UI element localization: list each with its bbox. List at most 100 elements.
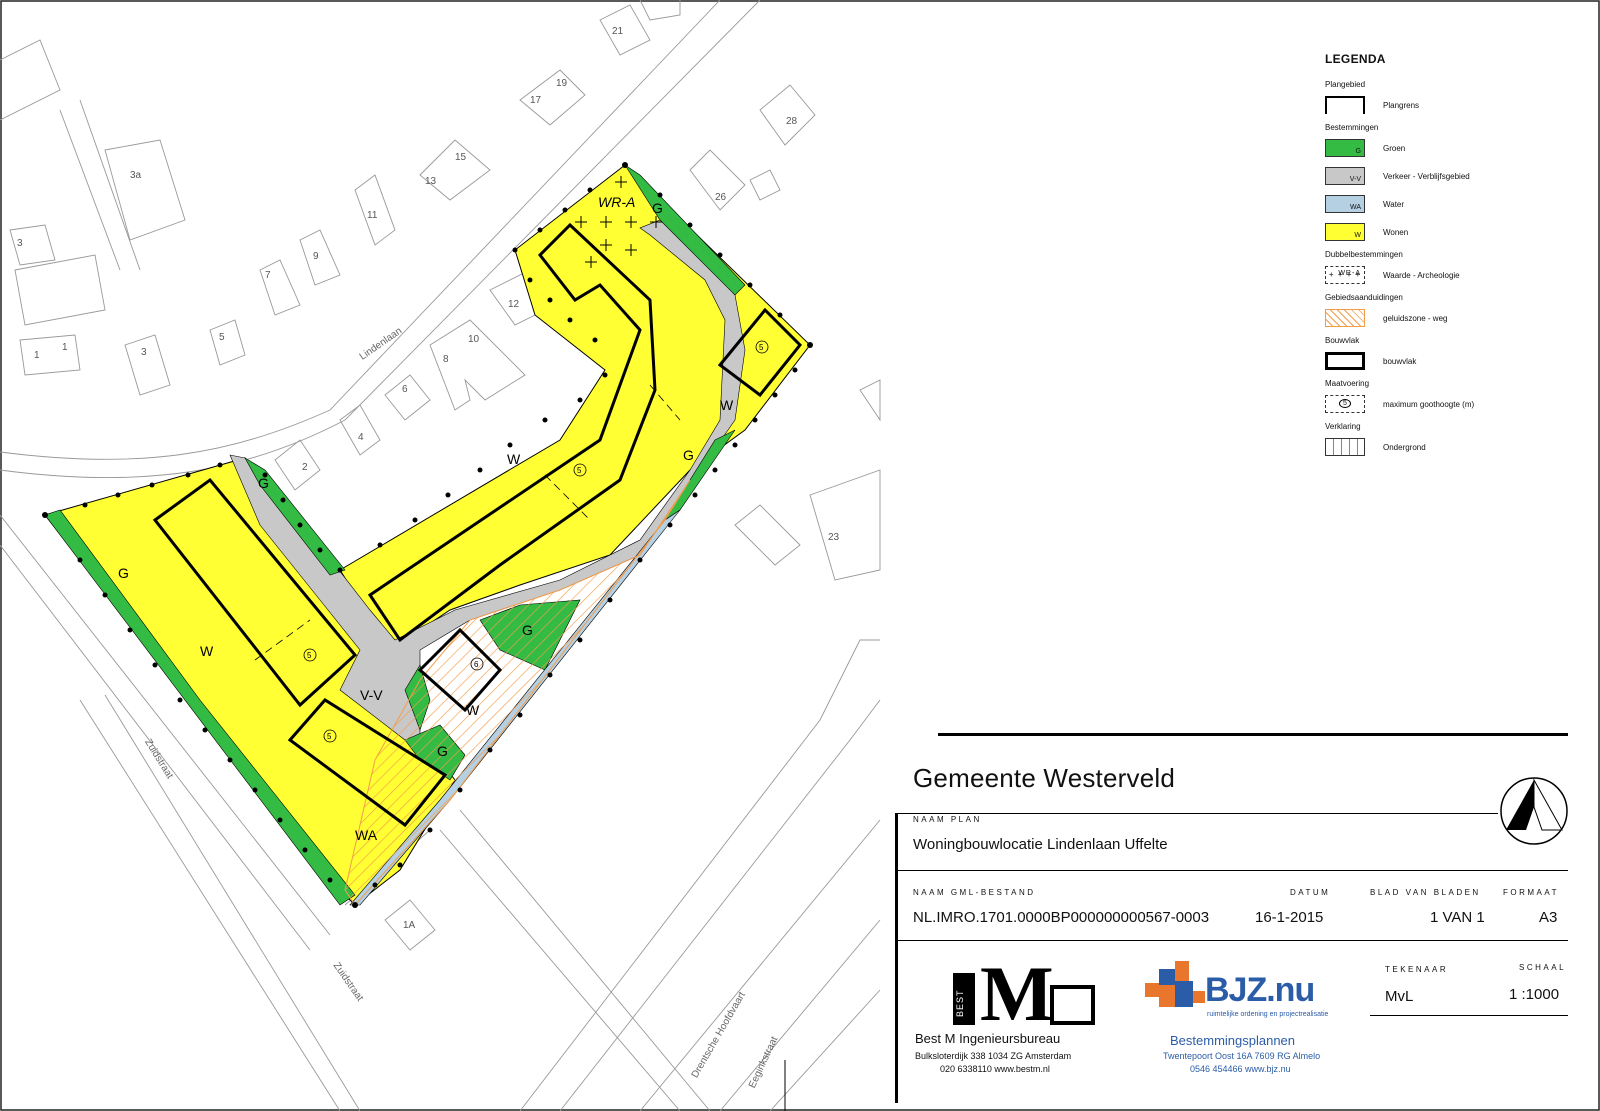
legend-head-maatvoering: Maatvoering xyxy=(1325,379,1370,388)
bouwvlak-swatch-icon xyxy=(1325,352,1365,370)
zone-label-groen: G xyxy=(522,622,533,638)
house-number: 11 xyxy=(367,210,378,221)
tekenaar-caption: TEKENAAR xyxy=(1385,965,1449,974)
legend-label: Groen xyxy=(1383,143,1406,153)
bjz-logo: BJZ.nu ruimtelijke ordening en projectre… xyxy=(1145,961,1345,1031)
house-number: 2 xyxy=(302,462,308,473)
formaat-caption: FORMAAT xyxy=(1503,888,1560,897)
gml-caption: NAAM GML-BESTAND xyxy=(913,888,1036,897)
legend-label: Waarde - Archeologie xyxy=(1383,270,1460,280)
legend-head-dubbel: Dubbelbestemmingen xyxy=(1325,250,1403,259)
house-number: 17 xyxy=(530,95,542,106)
legend-code: 5 xyxy=(1339,399,1351,408)
legend-row-wonen: W Wonen xyxy=(1325,220,1585,244)
legend-row-verkeer: V-V Verkeer - Verblijfsgebied xyxy=(1325,164,1585,188)
geluidszone-swatch-icon xyxy=(1325,309,1365,327)
height-marker: 5 xyxy=(327,732,332,741)
formaat-value: A3 xyxy=(1539,909,1558,926)
bestm-mark: BEST xyxy=(955,989,965,1017)
zone-label-groen: G xyxy=(652,200,663,216)
water-swatch-icon: WA xyxy=(1325,195,1365,213)
legend-title: LEGENDA xyxy=(1325,52,1386,66)
legend-label: Plangrens xyxy=(1383,100,1420,110)
wonen-swatch-icon: W xyxy=(1325,223,1365,241)
legend-head-verklaring: Verklaring xyxy=(1325,422,1361,431)
legend-code: WA xyxy=(1349,204,1361,211)
naam-plan-value: Woningbouwlocatie Lindenlaan Uffelte xyxy=(913,836,1168,853)
zone-label-groen: G xyxy=(118,565,129,581)
street-label-drentsche-hoofdvaart: Drentsche Hoofdvaart xyxy=(690,990,748,1080)
bestm-address: Bulksloterdijk 338 1034 ZG Amsterdam xyxy=(915,1051,1072,1061)
title-block: Gemeente Westerveld NAAM PLAN Woningbouw… xyxy=(895,733,1577,1105)
street-label-zuidstraat-1: Zuidstraat xyxy=(142,737,175,781)
legend-row-goothoogte: 5 maximum goothoogte (m) xyxy=(1325,392,1585,416)
legend-row-bouwvlak: bouwvlak xyxy=(1325,349,1585,373)
plan-area xyxy=(44,164,811,906)
legend-row-groen: G Groen xyxy=(1325,136,1585,160)
zone-label-archeologie: WR-A xyxy=(598,194,635,210)
datum-value: 16-1-2015 xyxy=(1255,909,1324,926)
blad-caption: BLAD VAN BLADEN xyxy=(1370,888,1481,897)
house-number: 5 xyxy=(219,332,225,343)
blad-value: 1 VAN 1 xyxy=(1430,909,1485,926)
bjz-tagline: ruimtelijke ordening en projectrealisati… xyxy=(1207,1011,1329,1018)
tekenaar-value: MvL xyxy=(1385,988,1414,1005)
height-marker: 5 xyxy=(577,466,582,475)
legend-label: Water xyxy=(1383,199,1405,209)
zone-label-wonen: W xyxy=(720,397,734,413)
house-number: 10 xyxy=(468,334,480,345)
house-number: 21 xyxy=(612,26,624,37)
zone-label-verkeer: V-V xyxy=(360,687,383,703)
zone-label-groen: G xyxy=(683,447,694,463)
house-number: 23 xyxy=(828,532,840,543)
house-number: 9 xyxy=(313,251,319,262)
legend-row-archeologie: + + + + WR-A Waarde - Archeologie xyxy=(1325,263,1585,287)
house-number: 26 xyxy=(715,192,727,203)
naam-plan-caption: NAAM PLAN xyxy=(913,815,982,824)
house-number: 8 xyxy=(443,354,449,365)
bjz-name: Bestemmingsplannen xyxy=(1170,1033,1296,1048)
house-number: 3a xyxy=(130,170,142,181)
house-number: 13 xyxy=(425,176,437,187)
bestm-logo: BEST M xyxy=(945,955,1115,1035)
house-number: 12 xyxy=(508,299,520,310)
bestm-contact: 020 6338110 www.bestm.nl xyxy=(940,1064,1050,1074)
legend-code: V-V xyxy=(1349,176,1361,183)
bestm-name: Best M Ingenieursbureau xyxy=(915,1031,1061,1046)
zone-label-wonen: W xyxy=(507,451,521,467)
house-number: 6 xyxy=(402,384,408,395)
zone-label-water: WA xyxy=(355,827,378,843)
legend-label: geluidszone - weg xyxy=(1383,313,1448,323)
house-number: 28 xyxy=(786,116,798,127)
bjz-address: Twentepoort Oost 16A 7609 RG Almelo xyxy=(1163,1051,1321,1061)
gemeente-title: Gemeente Westerveld xyxy=(913,763,1175,793)
schaal-caption: SCHAAL xyxy=(1519,963,1567,972)
legend-label: Verkeer - Verblijfsgebied xyxy=(1383,171,1470,181)
height-marker: 5 xyxy=(759,343,764,352)
goothoogte-swatch-icon: 5 xyxy=(1325,395,1365,413)
legend-code: G xyxy=(1355,148,1361,155)
groen-swatch-icon: G xyxy=(1325,139,1365,157)
legend-head-plangebied: Plangebied xyxy=(1325,80,1366,89)
zone-label-wonen: W xyxy=(200,643,214,659)
legend-row-ondergrond: Ondergrond xyxy=(1325,435,1585,459)
legend-head-bouwvlak: Bouwvlak xyxy=(1325,336,1360,345)
legend-label: Ondergrond xyxy=(1383,442,1426,452)
legend-row-plangrens: Plangrens xyxy=(1325,93,1585,117)
north-arrow-icon xyxy=(1500,777,1568,845)
ondergrond-swatch-icon xyxy=(1325,438,1365,456)
bjz-mark: BJZ.nu xyxy=(1205,971,1315,1009)
house-number: 7 xyxy=(265,270,271,281)
house-number: 1 xyxy=(62,342,68,353)
legend-code: W xyxy=(1354,232,1361,239)
house-number: 15 xyxy=(455,152,467,163)
height-marker: 6 xyxy=(474,660,479,669)
zone-label-wonen: W xyxy=(466,702,480,718)
datum-caption: DATUM xyxy=(1290,888,1331,897)
legend: LEGENDA Plangebied Plangrens Bestemminge… xyxy=(1325,52,1585,463)
plangrens-icon xyxy=(1325,96,1365,114)
legend-row-geluid: geluidszone - weg xyxy=(1325,306,1585,330)
house-number: 19 xyxy=(556,78,568,89)
zone-label-groen: G xyxy=(258,475,269,491)
height-marker: 5 xyxy=(307,651,312,660)
